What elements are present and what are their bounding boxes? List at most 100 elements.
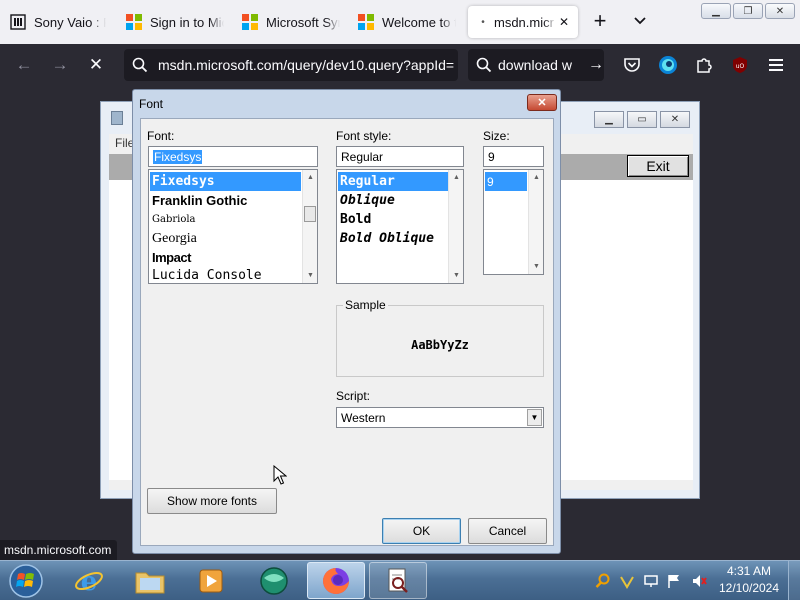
size-input[interactable]: 9 bbox=[483, 146, 544, 167]
minimize-icon: ▁ bbox=[712, 5, 720, 17]
hamburger-menu-icon bbox=[769, 59, 783, 71]
font-item-franklin-gothic[interactable]: Franklin Gothic bbox=[150, 191, 301, 210]
tab-bar: Sony Vaio : Fr Sign in to Mic Microsoft … bbox=[0, 0, 800, 44]
windows-start-orb-icon bbox=[9, 564, 43, 598]
ie-icon: e bbox=[75, 567, 103, 596]
exit-button[interactable]: Exit bbox=[627, 155, 689, 177]
tab-label: Sony Vaio : Fr bbox=[34, 14, 106, 30]
app-close-button[interactable]: ✕ bbox=[660, 111, 690, 128]
cancel-button[interactable]: Cancel bbox=[468, 518, 547, 544]
document-magnifier-icon bbox=[388, 568, 408, 593]
dialog-close-button[interactable]: ✕ bbox=[527, 94, 557, 111]
dropdown-arrow-icon[interactable]: ▼ bbox=[527, 409, 542, 426]
scroll-up-icon[interactable]: ▲ bbox=[449, 170, 463, 185]
search-icon bbox=[476, 57, 492, 73]
ublock-button[interactable]: uO bbox=[728, 53, 752, 77]
stop-button[interactable]: ✕ bbox=[84, 53, 108, 77]
firefox-icon bbox=[323, 567, 349, 594]
size-item-9[interactable]: 9 bbox=[485, 172, 527, 191]
tray-search-icon[interactable] bbox=[594, 572, 612, 590]
browser-status-url: msdn.microsoft.com bbox=[0, 540, 118, 560]
tab-sony-vaio[interactable]: Sony Vaio : Fr bbox=[10, 6, 110, 38]
font-style-value: Regular bbox=[341, 149, 384, 164]
show-desktop-button[interactable] bbox=[788, 561, 800, 600]
scroll-up-icon[interactable]: ▲ bbox=[529, 170, 543, 185]
style-list-scrollbar[interactable]: ▲ ▼ bbox=[448, 170, 463, 283]
scroll-down-icon[interactable]: ▼ bbox=[529, 259, 543, 274]
minimize-icon: ▁ bbox=[605, 114, 613, 125]
app-minimize-button[interactable]: ▁ bbox=[594, 111, 624, 128]
font-name-value: Fixedsys bbox=[153, 149, 203, 164]
taskbar-internet-explorer[interactable]: e bbox=[60, 562, 118, 599]
font-style-list[interactable]: Regular Oblique Bold Bold Oblique ▲ ▼ bbox=[336, 169, 464, 284]
size-list-scrollbar[interactable]: ▲ ▼ bbox=[528, 170, 543, 274]
sample-label: Sample bbox=[343, 298, 388, 312]
taskbar-file-explorer[interactable] bbox=[121, 562, 179, 599]
app-maximize-button[interactable]: ▭ bbox=[627, 111, 657, 128]
svg-text:uO: uO bbox=[736, 63, 745, 70]
scroll-thumb[interactable] bbox=[304, 206, 316, 222]
forward-button[interactable]: → bbox=[48, 53, 72, 77]
pocket-button[interactable] bbox=[620, 53, 644, 77]
account-button[interactable] bbox=[656, 53, 680, 77]
taskbar-font-app[interactable] bbox=[369, 562, 427, 599]
sample-group: Sample AaBbYyZz bbox=[336, 298, 544, 377]
tab-msdn[interactable]: • msdn.micr ✕ bbox=[468, 6, 578, 38]
pocket-icon bbox=[624, 58, 640, 72]
font-name-input[interactable]: Fixedsys bbox=[148, 146, 318, 167]
tray-volume-muted-icon[interactable] bbox=[690, 572, 708, 590]
close-tab-icon[interactable]: ✕ bbox=[556, 15, 572, 29]
font-item-georgia[interactable]: Georgia bbox=[150, 229, 301, 248]
dialog-title: Font bbox=[139, 97, 164, 111]
search-field[interactable]: download w → bbox=[468, 49, 604, 81]
style-item-regular[interactable]: Regular bbox=[338, 172, 448, 191]
taskbar-firefox[interactable] bbox=[307, 562, 365, 599]
microsoft-logo-icon bbox=[358, 14, 374, 30]
microsoft-logo-icon bbox=[126, 14, 142, 30]
tray-flag-icon[interactable] bbox=[665, 572, 683, 590]
new-tab-button[interactable]: + bbox=[590, 10, 610, 34]
globe-app-icon bbox=[260, 566, 288, 595]
tray-display-icon[interactable] bbox=[642, 572, 660, 590]
tab-sign-in[interactable]: Sign in to Mic bbox=[126, 6, 226, 38]
back-button[interactable]: ← bbox=[12, 53, 36, 77]
taskbar-app[interactable] bbox=[245, 562, 303, 599]
style-item-bold-oblique[interactable]: Bold Oblique bbox=[338, 229, 448, 248]
go-arrow-icon[interactable]: → bbox=[588, 56, 604, 74]
tab-list-button[interactable] bbox=[628, 9, 652, 33]
font-item-lucida-console[interactable]: Lucida Console bbox=[150, 266, 301, 283]
scroll-down-icon[interactable]: ▼ bbox=[449, 268, 463, 283]
font-item-gabriola[interactable]: Gabriola bbox=[150, 210, 301, 229]
library-icon bbox=[10, 14, 26, 30]
close-window-button[interactable]: ✕ bbox=[765, 3, 795, 19]
font-list[interactable]: Fixedsys Franklin Gothic Gabriola Georgi… bbox=[148, 169, 318, 284]
font-item-impact[interactable]: Impact bbox=[150, 248, 301, 267]
font-list-scrollbar[interactable]: ▲ ▼ bbox=[302, 170, 317, 283]
taskbar-clock[interactable]: 4:31 AM 12/10/2024 bbox=[714, 563, 784, 597]
show-more-fonts-button[interactable]: Show more fonts bbox=[147, 488, 277, 514]
font-style-input[interactable]: Regular bbox=[336, 146, 464, 167]
menu-button[interactable] bbox=[764, 53, 788, 77]
dialog-body: Font: Fixedsys Fixedsys Franklin Gothic … bbox=[140, 118, 554, 546]
tray-security-icon[interactable] bbox=[618, 572, 636, 590]
scroll-up-icon[interactable]: ▲ bbox=[303, 170, 317, 185]
tab-microsoft-sync[interactable]: Microsoft Syn bbox=[242, 6, 342, 38]
tab-label: Welcome to t bbox=[382, 14, 456, 30]
ok-button[interactable]: OK bbox=[382, 518, 461, 544]
font-item-fixedsys[interactable]: Fixedsys bbox=[150, 172, 301, 191]
style-item-bold[interactable]: Bold bbox=[338, 210, 448, 229]
restore-button[interactable]: ❐ bbox=[733, 3, 763, 19]
script-select[interactable]: Western ▼ bbox=[336, 407, 544, 428]
address-bar[interactable]: msdn.microsoft.com/query/dev10.query?app… bbox=[124, 49, 458, 81]
taskbar-media-player[interactable] bbox=[182, 562, 240, 599]
tab-welcome[interactable]: Welcome to t bbox=[358, 6, 458, 38]
start-button[interactable] bbox=[6, 562, 46, 600]
style-item-oblique[interactable]: Oblique bbox=[338, 191, 448, 210]
font-style-label: Font style: bbox=[336, 129, 392, 143]
extensions-button[interactable] bbox=[692, 53, 716, 77]
size-list[interactable]: 9 ▲ ▼ bbox=[483, 169, 544, 275]
address-text: msdn.microsoft.com/query/dev10.query?app… bbox=[158, 57, 455, 73]
scroll-down-icon[interactable]: ▼ bbox=[303, 268, 317, 283]
minimize-button[interactable]: ▁ bbox=[701, 3, 731, 19]
svg-text:e: e bbox=[81, 567, 98, 596]
